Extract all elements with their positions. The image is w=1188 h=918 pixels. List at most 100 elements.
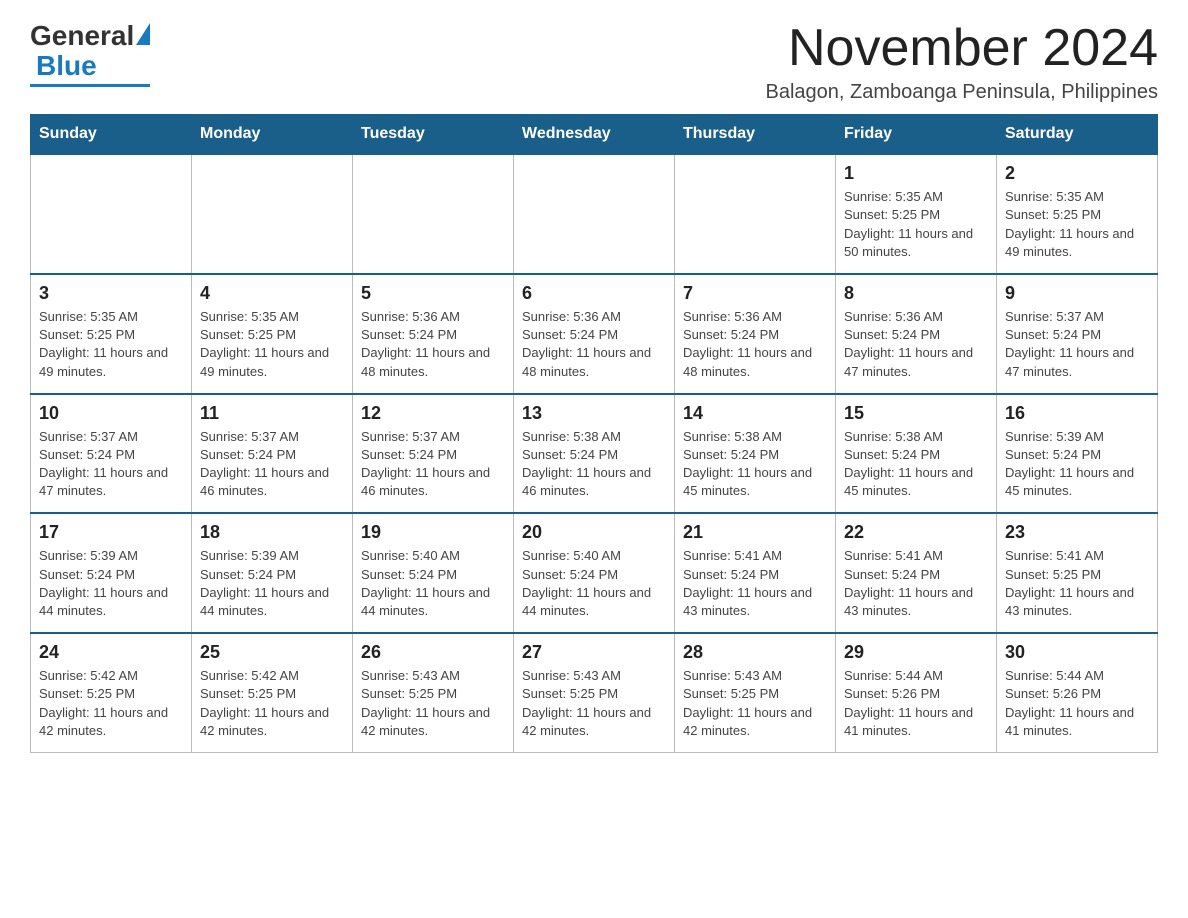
- day-number: 26: [361, 642, 505, 663]
- day-of-week-header: Saturday: [997, 115, 1158, 155]
- day-number: 1: [844, 163, 988, 184]
- days-of-week-row: SundayMondayTuesdayWednesdayThursdayFrid…: [31, 115, 1158, 155]
- page-header: General Blue November 2024 Balagon, Zamb…: [30, 20, 1158, 104]
- day-info: Sunrise: 5:43 AMSunset: 5:25 PMDaylight:…: [683, 667, 827, 740]
- calendar-day-cell: 25 Sunrise: 5:42 AMSunset: 5:25 PMDayligh…: [192, 633, 353, 752]
- calendar-day-cell: 30 Sunrise: 5:44 AMSunset: 5:26 PMDayligh…: [997, 633, 1158, 752]
- calendar-day-cell: 18 Sunrise: 5:39 AMSunset: 5:24 PMDayligh…: [192, 513, 353, 633]
- day-number: 29: [844, 642, 988, 663]
- day-number: 23: [1005, 522, 1149, 543]
- day-info: Sunrise: 5:37 AMSunset: 5:24 PMDaylight:…: [1005, 308, 1149, 381]
- calendar-day-cell: 7Sunrise: 5:36 AMSunset: 5:24 PMDaylight…: [675, 274, 836, 394]
- day-number: 13: [522, 403, 666, 424]
- day-number: 27: [522, 642, 666, 663]
- day-info: Sunrise: 5:42 AMSunset: 5:25 PMDaylight:…: [200, 667, 344, 740]
- calendar-day-cell: 16Sunrise: 5:39 AMSunset: 5:24 PMDayligh…: [997, 394, 1158, 514]
- calendar-day-cell: 8 Sunrise: 5:36 AMSunset: 5:24 PMDaylight…: [836, 274, 997, 394]
- day-number: 14: [683, 403, 827, 424]
- calendar-week-row: 10Sunrise: 5:37 AMSunset: 5:24 PMDayligh…: [31, 394, 1158, 514]
- day-number: 21: [683, 522, 827, 543]
- day-number: 7: [683, 283, 827, 304]
- day-info: Sunrise: 5:41 AMSunset: 5:25 PMDaylight:…: [1005, 547, 1149, 620]
- day-number: 11: [200, 403, 344, 424]
- day-info: Sunrise: 5:35 AMSunset: 5:25 PMDaylight:…: [39, 308, 183, 381]
- calendar-day-cell: 24Sunrise: 5:42 AMSunset: 5:25 PMDayligh…: [31, 633, 192, 752]
- calendar-day-cell: 11 Sunrise: 5:37 AMSunset: 5:24 PMDayligh…: [192, 394, 353, 514]
- calendar-day-cell: [353, 154, 514, 274]
- day-info: Sunrise: 5:38 AMSunset: 5:24 PMDaylight:…: [683, 428, 827, 501]
- day-number: 28: [683, 642, 827, 663]
- day-info: Sunrise: 5:36 AMSunset: 5:24 PMDaylight:…: [361, 308, 505, 381]
- day-info: Sunrise: 5:39 AMSunset: 5:24 PMDaylight:…: [39, 547, 183, 620]
- day-info: Sunrise: 5:37 AMSunset: 5:24 PMDaylight:…: [39, 428, 183, 501]
- day-of-week-header: Thursday: [675, 115, 836, 155]
- calendar-day-cell: 21 Sunrise: 5:41 AMSunset: 5:24 PMDayligh…: [675, 513, 836, 633]
- calendar-week-row: 17 Sunrise: 5:39 AMSunset: 5:24 PMDayligh…: [31, 513, 1158, 633]
- day-number: 24: [39, 642, 183, 663]
- calendar-week-row: 24 Sunrise: 5:42 AMSunset: 5:25 PMDayligh…: [31, 633, 1158, 752]
- day-info: Sunrise: 5:36 AMSunset: 5:24 PMDaylight:…: [844, 308, 988, 381]
- day-number: 18: [200, 522, 344, 543]
- calendar-day-cell: 28 Sunrise: 5:43 AMSunset: 5:25 PMDayligh…: [675, 633, 836, 752]
- day-info: Sunrise: 5:43 AMSunset: 5:25 PMDaylight:…: [522, 667, 666, 740]
- day-number: 25: [200, 642, 344, 663]
- calendar-day-cell: 5 Sunrise: 5:36 AMSunset: 5:24 PMDaylight…: [353, 274, 514, 394]
- day-number: 17: [39, 522, 183, 543]
- day-number: 5: [361, 283, 505, 304]
- logo-general-text: General: [30, 20, 134, 52]
- calendar-day-cell: [514, 154, 675, 274]
- day-of-week-header: Sunday: [31, 115, 192, 155]
- calendar-day-cell: 13Sunrise: 5:38 AMSunset: 5:24 PMDayligh…: [514, 394, 675, 514]
- calendar-day-cell: [192, 154, 353, 274]
- month-year-title: November 2024: [766, 20, 1159, 77]
- logo-blue-text: Blue: [36, 50, 97, 82]
- day-info: Sunrise: 5:35 AMSunset: 5:25 PMDaylight:…: [844, 188, 988, 261]
- day-number: 6: [522, 283, 666, 304]
- calendar-day-cell: 1 Sunrise: 5:35 AMSunset: 5:25 PMDaylight…: [836, 154, 997, 274]
- day-of-week-header: Wednesday: [514, 115, 675, 155]
- day-of-week-header: Tuesday: [353, 115, 514, 155]
- day-info: Sunrise: 5:39 AMSunset: 5:24 PMDaylight:…: [200, 547, 344, 620]
- day-info: Sunrise: 5:44 AMSunset: 5:26 PMDaylight:…: [844, 667, 988, 740]
- calendar-body: 1 Sunrise: 5:35 AMSunset: 5:25 PMDaylight…: [31, 154, 1158, 752]
- day-info: Sunrise: 5:37 AMSunset: 5:24 PMDaylight:…: [361, 428, 505, 501]
- calendar-day-cell: 4Sunrise: 5:35 AMSunset: 5:25 PMDaylight…: [192, 274, 353, 394]
- day-number: 12: [361, 403, 505, 424]
- calendar-day-cell: 2 Sunrise: 5:35 AMSunset: 5:25 PMDaylight…: [997, 154, 1158, 274]
- calendar-day-cell: 10Sunrise: 5:37 AMSunset: 5:24 PMDayligh…: [31, 394, 192, 514]
- logo: General Blue: [30, 20, 150, 87]
- day-info: Sunrise: 5:44 AMSunset: 5:26 PMDaylight:…: [1005, 667, 1149, 740]
- day-info: Sunrise: 5:37 AMSunset: 5:24 PMDaylight:…: [200, 428, 344, 501]
- day-number: 2: [1005, 163, 1149, 184]
- day-number: 8: [844, 283, 988, 304]
- calendar-day-cell: [675, 154, 836, 274]
- day-number: 19: [361, 522, 505, 543]
- day-number: 16: [1005, 403, 1149, 424]
- day-info: Sunrise: 5:40 AMSunset: 5:24 PMDaylight:…: [361, 547, 505, 620]
- day-number: 20: [522, 522, 666, 543]
- day-info: Sunrise: 5:41 AMSunset: 5:24 PMDaylight:…: [683, 547, 827, 620]
- title-section: November 2024 Balagon, Zamboanga Peninsu…: [766, 20, 1159, 104]
- calendar-day-cell: 20 Sunrise: 5:40 AMSunset: 5:24 PMDayligh…: [514, 513, 675, 633]
- day-of-week-header: Monday: [192, 115, 353, 155]
- location-subtitle: Balagon, Zamboanga Peninsula, Philippine…: [766, 81, 1159, 104]
- day-info: Sunrise: 5:35 AMSunset: 5:25 PMDaylight:…: [200, 308, 344, 381]
- day-info: Sunrise: 5:35 AMSunset: 5:25 PMDaylight:…: [1005, 188, 1149, 261]
- calendar-day-cell: 15Sunrise: 5:38 AMSunset: 5:24 PMDayligh…: [836, 394, 997, 514]
- calendar-day-cell: 9 Sunrise: 5:37 AMSunset: 5:24 PMDaylight…: [997, 274, 1158, 394]
- calendar-day-cell: 12 Sunrise: 5:37 AMSunset: 5:24 PMDayligh…: [353, 394, 514, 514]
- calendar-day-cell: 22Sunrise: 5:41 AMSunset: 5:24 PMDayligh…: [836, 513, 997, 633]
- calendar-day-cell: 23 Sunrise: 5:41 AMSunset: 5:25 PMDayligh…: [997, 513, 1158, 633]
- calendar-day-cell: 17 Sunrise: 5:39 AMSunset: 5:24 PMDayligh…: [31, 513, 192, 633]
- calendar-day-cell: 19 Sunrise: 5:40 AMSunset: 5:24 PMDayligh…: [353, 513, 514, 633]
- calendar-week-row: 1 Sunrise: 5:35 AMSunset: 5:25 PMDaylight…: [31, 154, 1158, 274]
- day-number: 9: [1005, 283, 1149, 304]
- day-info: Sunrise: 5:40 AMSunset: 5:24 PMDaylight:…: [522, 547, 666, 620]
- calendar-day-cell: 14 Sunrise: 5:38 AMSunset: 5:24 PMDayligh…: [675, 394, 836, 514]
- calendar-day-cell: 3Sunrise: 5:35 AMSunset: 5:25 PMDaylight…: [31, 274, 192, 394]
- calendar-day-cell: [31, 154, 192, 274]
- calendar-week-row: 3Sunrise: 5:35 AMSunset: 5:25 PMDaylight…: [31, 274, 1158, 394]
- day-info: Sunrise: 5:38 AMSunset: 5:24 PMDaylight:…: [844, 428, 988, 501]
- day-number: 30: [1005, 642, 1149, 663]
- day-info: Sunrise: 5:43 AMSunset: 5:25 PMDaylight:…: [361, 667, 505, 740]
